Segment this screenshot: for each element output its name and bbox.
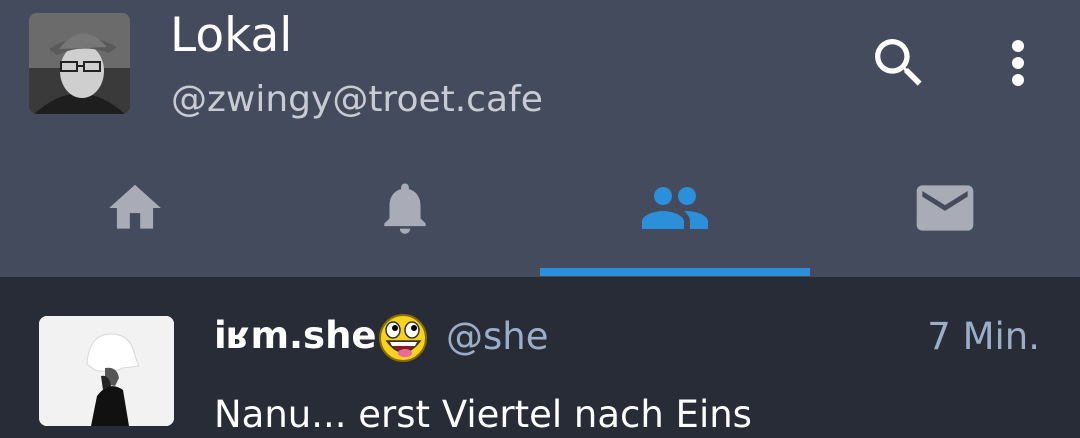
page-title: Lokal: [170, 8, 293, 63]
tab-bar: [0, 160, 1080, 277]
status-handle[interactable]: @she: [446, 314, 549, 360]
bell-icon: [384, 182, 426, 234]
tab-local[interactable]: [540, 160, 810, 277]
account-avatar[interactable]: [29, 13, 130, 114]
people-icon: [642, 186, 708, 229]
tab-direct-messages[interactable]: [810, 160, 1080, 277]
more-vertical-icon[interactable]: [995, 30, 1041, 96]
mail-icon: [916, 184, 974, 231]
status-avatar[interactable]: [39, 316, 174, 426]
status-display-name[interactable]: iʁm.she: [214, 313, 377, 359]
search-icon[interactable]: [864, 30, 934, 96]
tab-home[interactable]: [0, 160, 270, 277]
account-handle: @zwingy@troet.cafe: [171, 79, 543, 120]
home-icon: [109, 184, 161, 229]
tab-notifications[interactable]: [270, 160, 540, 277]
app-bar: Lokal @zwingy@troet.cafe: [0, 0, 1080, 277]
active-tab-indicator: [540, 268, 810, 276]
awesome-face-emoji: [378, 313, 428, 363]
status-timestamp[interactable]: 7 Min.: [927, 314, 1040, 360]
status-content[interactable]: Nanu... erst Viertel nach Eins: [214, 392, 752, 438]
